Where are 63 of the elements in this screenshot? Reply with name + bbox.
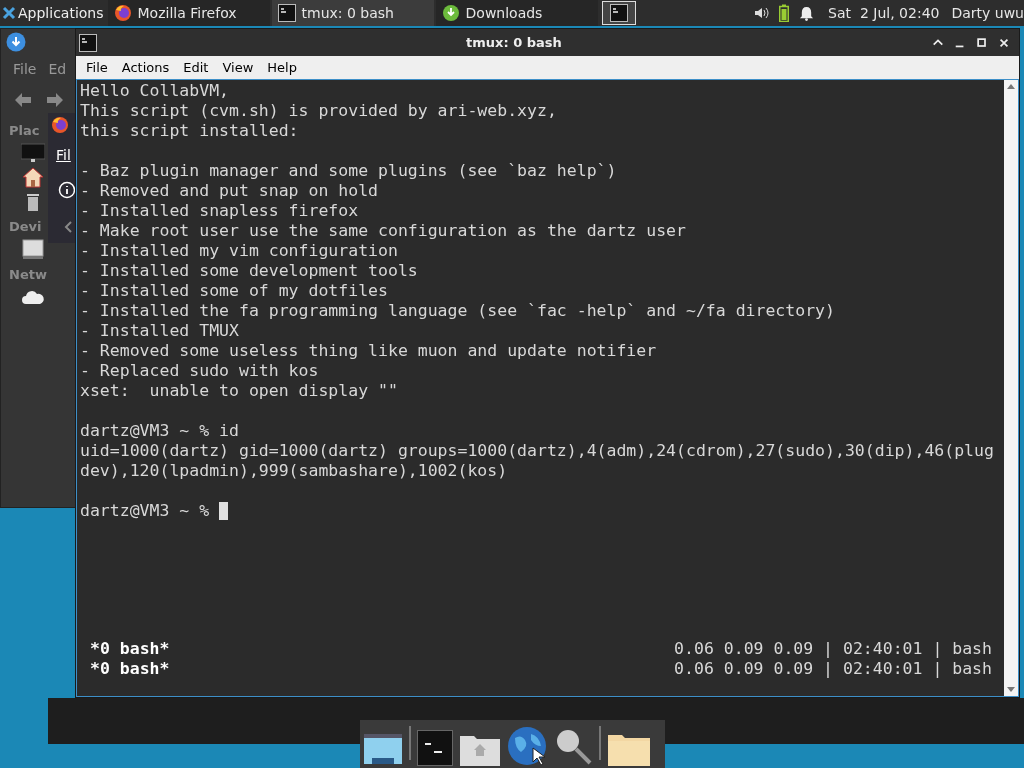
firefox-icon <box>113 4 132 22</box>
download-icon <box>441 4 460 22</box>
volume-icon[interactable] <box>753 5 770 21</box>
section-label: Netw <box>9 266 47 284</box>
terminal-line: - Make root user use the same configuration as the dartz user <box>80 221 686 241</box>
terminal-line: - Installed snapless firefox <box>80 201 359 221</box>
taskbar-button[interactable]: Mozilla Firefox <box>107 0 270 26</box>
terminal-line: - Baz plugin manager and some plugins (see `baz help`) <box>80 161 617 181</box>
section-label: Devi <box>9 218 42 236</box>
terminal-line: - Removed some useless thing like muon and update notifier <box>80 341 657 361</box>
taskbar-button[interactable]: Downloads <box>435 0 598 26</box>
menu-item[interactable]: Help <box>261 57 303 78</box>
menu-item[interactable]: File <box>13 59 37 80</box>
text-cursor <box>219 502 229 520</box>
monitor-icon[interactable] <box>21 142 45 164</box>
terminal-icon <box>79 33 97 52</box>
taskbar-button[interactable]: tmux: 0 bash <box>271 0 434 26</box>
menu-item[interactable]: Edit <box>177 57 215 78</box>
terminal-icon[interactable] <box>417 730 453 766</box>
terminal-line: - Installed some of my dotfiles <box>80 281 388 301</box>
terminal-line: - Replaced sudo with kos <box>80 361 319 381</box>
navigation-arrows-icon[interactable] <box>13 91 65 109</box>
info-icon[interactable] <box>58 181 76 199</box>
tmux-window-label: *0 bash* <box>90 659 170 679</box>
terminal-line: - Removed and put snap on hold <box>80 181 378 201</box>
terminal-icon <box>277 4 296 22</box>
terminal-line: uid=1000(dartz) gid=1000(dartz) groups=1000(dartz),4(adm),24(cdrom),27(sudo),30(dip),46(plug <box>80 441 994 461</box>
notification-bell-icon[interactable] <box>799 5 815 21</box>
user-menu[interactable]: Darty uwu <box>951 2 1024 24</box>
clock[interactable]: Sat 2 Jul, 02:40 <box>828 2 940 24</box>
section-label: Plac <box>9 122 40 140</box>
scroll-down-arrow-icon[interactable] <box>1007 687 1015 693</box>
window-title: tmux: 0 bash <box>466 33 562 52</box>
terminal-line: this script installed: <box>80 121 299 141</box>
tmux-status-info: 0.06 0.09 0.09 | 02:40:01 | bash <box>674 659 992 679</box>
terminal-line: dartz@VM3 ~ % <box>80 501 210 521</box>
home-icon[interactable] <box>21 166 45 188</box>
menu-item[interactable]: File <box>80 57 114 78</box>
terminal-line: dartz@VM3 ~ % id <box>80 421 239 441</box>
terminal-line: - Installed my vim configuration <box>80 241 398 261</box>
terminal-line: xset: unable to open display "" <box>80 381 398 401</box>
menu-item[interactable]: Fil <box>56 145 71 166</box>
globe-icon[interactable] <box>507 726 547 766</box>
applications-menu[interactable]: Applications <box>0 0 108 26</box>
menu-item[interactable]: Ed <box>48 59 67 80</box>
terminal-line: dev),120(lpadmin),999(sambashare),1002(kos) <box>80 461 508 481</box>
terminal-line: This script (cvm.sh) is provided by ari-web.xyz, <box>80 101 557 121</box>
menu-item[interactable]: Actions <box>115 57 176 78</box>
scroll-up-arrow-icon[interactable] <box>1007 83 1015 89</box>
workspace-switcher[interactable] <box>601 1 636 25</box>
terminal-line: - Installed the fa programming language (see `fac -help` and ~/fa directory) <box>80 301 835 321</box>
terminal-line: - Installed TMUX <box>80 321 239 341</box>
tmux-status-info: 0.06 0.09 0.09 | 02:40:01 | bash <box>674 639 992 659</box>
tmux-window-label: *0 bash* <box>90 639 170 659</box>
scrollbar[interactable] <box>1004 80 1018 696</box>
terminal-line: Hello CollabVM, <box>80 81 229 101</box>
firefox-icon[interactable] <box>51 116 69 134</box>
x-logo-icon <box>2 6 16 20</box>
menu-item[interactable]: View <box>216 57 260 78</box>
download-icon <box>6 32 26 52</box>
terminal-line: - Installed some development tools <box>80 261 418 281</box>
battery-icon[interactable] <box>779 4 790 22</box>
drive-icon[interactable] <box>21 238 45 260</box>
